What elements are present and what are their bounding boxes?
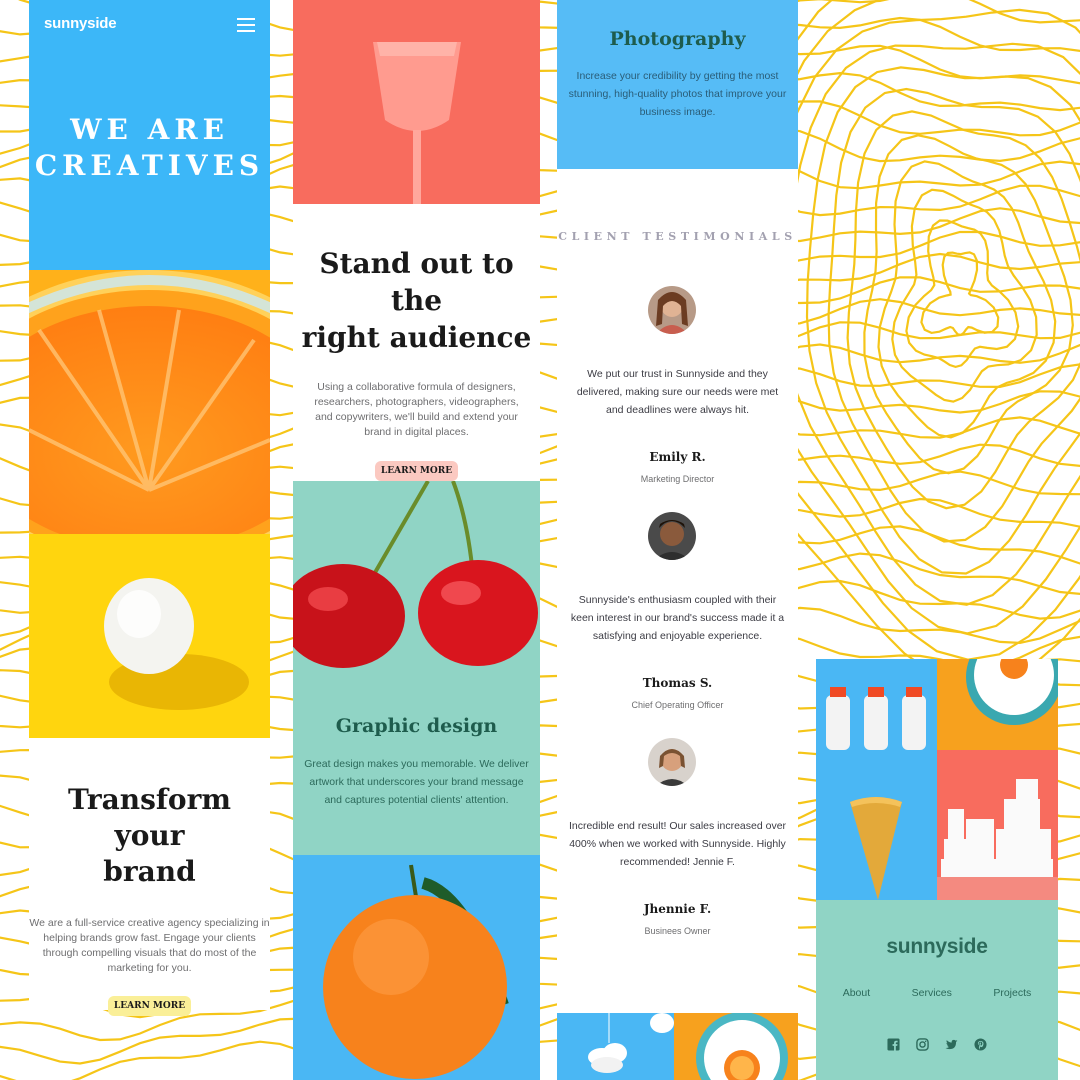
footer: sunnyside About Services Projects <box>816 900 1058 1080</box>
transform-body: We are a full-service creative agency sp… <box>29 917 270 974</box>
avatar-jennie <box>648 738 696 786</box>
transform-brand-section: Transform your brand We are a full-servi… <box>29 738 270 1016</box>
gallery-grid <box>816 659 1058 900</box>
graphic-design-section: Graphic design Great design makes you me… <box>293 481 540 855</box>
footer-logo[interactable]: sunnyside <box>816 935 1058 959</box>
transform-title: Transform your brand <box>29 782 270 890</box>
photography-body: Increase your credibility by getting the… <box>568 70 787 118</box>
footer-nav-services[interactable]: Services <box>912 987 952 999</box>
transform-learn-more-button[interactable]: LEARN MORE <box>107 996 192 1016</box>
transform-title-line-2: brand <box>103 855 196 888</box>
pink-glass-image <box>293 0 540 204</box>
hero-title: WE ARE CREATIVES <box>29 112 270 184</box>
facebook-icon[interactable] <box>887 1038 900 1051</box>
footer-nav-about[interactable]: About <box>843 987 870 999</box>
testimonial-name-3: Jhennie F. <box>643 902 712 916</box>
twitter-icon[interactable] <box>945 1038 958 1051</box>
graphic-design-title: Graphic design <box>335 715 498 737</box>
footer-social-links <box>816 1038 1058 1051</box>
graphic-design-body: Great design makes you memorable. We del… <box>304 758 529 806</box>
hamburger-menu-icon[interactable] <box>237 18 255 32</box>
testimonial-quote-1: We put our trust in Sunnyside and they d… <box>576 368 779 416</box>
testimonial-name-1: Emily R. <box>649 450 706 464</box>
orange-fruit-image <box>293 855 540 1080</box>
standout-title: Stand out to the right audience <box>293 245 540 356</box>
photography-section: Photography Increase your credibility by… <box>557 0 798 169</box>
standout-title-line-1: Stand out to the <box>319 247 514 317</box>
orange-slice-image <box>29 270 270 534</box>
testimonial-role-1: Marketing Director <box>640 474 715 484</box>
bottom-gallery-tiles <box>557 1013 798 1080</box>
standout-learn-more-button[interactable]: LEARN MORE <box>374 461 459 481</box>
footer-nav: About Services Projects <box>816 987 1058 999</box>
standout-section: Stand out to the right audience Using a … <box>293 204 540 481</box>
testimonial-role-3: Businees Owner <box>644 926 711 936</box>
hero-title-line-1: WE ARE <box>70 113 229 146</box>
testimonial-role-2: Chief Operating Officer <box>631 700 724 710</box>
avatar-emily <box>648 286 696 334</box>
transform-title-line-1: Transform your <box>68 783 231 852</box>
testimonial-quote-3: Incredible end result! Our sales increas… <box>568 820 787 868</box>
avatar-thomas <box>648 512 696 560</box>
testimonial-quote-2: Sunnyside's enthusiasm coupled with thei… <box>570 594 785 642</box>
standout-body: Using a collaborative formula of designe… <box>314 381 519 438</box>
hero-title-line-2: CREATIVES <box>34 149 265 182</box>
testimonials-section: CLIENT TESTIMONIALS We put our trust in … <box>557 169 798 1013</box>
photography-title: Photography <box>609 28 746 50</box>
header-logo[interactable]: sunnyside <box>44 15 117 32</box>
pinterest-icon[interactable] <box>974 1038 987 1051</box>
footer-nav-projects[interactable]: Projects <box>993 987 1031 999</box>
testimonials-heading: CLIENT TESTIMONIALS <box>558 230 797 243</box>
hero-section: sunnyside WE ARE CREATIVES <box>29 0 270 738</box>
cherries-image <box>293 481 538 668</box>
testimonial-name-2: Thomas S. <box>642 676 713 690</box>
egg-image-panel <box>29 534 270 738</box>
standout-title-line-2: right audience <box>301 321 532 354</box>
egg-image <box>104 578 249 710</box>
instagram-icon[interactable] <box>916 1038 929 1051</box>
